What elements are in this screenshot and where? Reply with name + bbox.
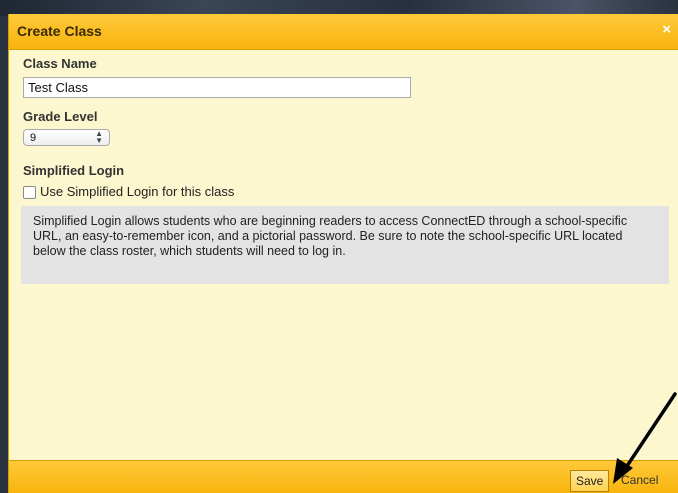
grade-level-label: Grade Level <box>23 109 98 124</box>
simplified-login-checkbox-label[interactable]: Use Simplified Login for this class <box>40 184 234 199</box>
dialog-footer: Save Cancel <box>9 460 678 493</box>
class-name-label: Class Name <box>23 56 97 71</box>
class-name-input[interactable] <box>23 77 411 98</box>
simplified-login-label: Simplified Login <box>23 163 125 178</box>
up-down-arrows-icon: ▲ ▼ <box>95 129 103 145</box>
save-button[interactable]: Save <box>570 470 610 492</box>
grade-level-select[interactable]: 9 ▲ ▼ <box>23 129 110 146</box>
grade-level-value: 9 <box>30 132 37 144</box>
create-class-dialog: Create Class × Class Name Grade Level 9 … <box>8 14 678 493</box>
close-icon[interactable]: × <box>662 22 671 38</box>
simplified-login-info-box: Simplified Login allows students who are… <box>21 206 669 284</box>
pointer-arrow-icon <box>613 392 677 484</box>
dialog-titlebar: Create Class × <box>9 14 678 50</box>
simplified-login-checkbox[interactable] <box>23 186 36 199</box>
dialog-title: Create Class <box>17 23 102 39</box>
